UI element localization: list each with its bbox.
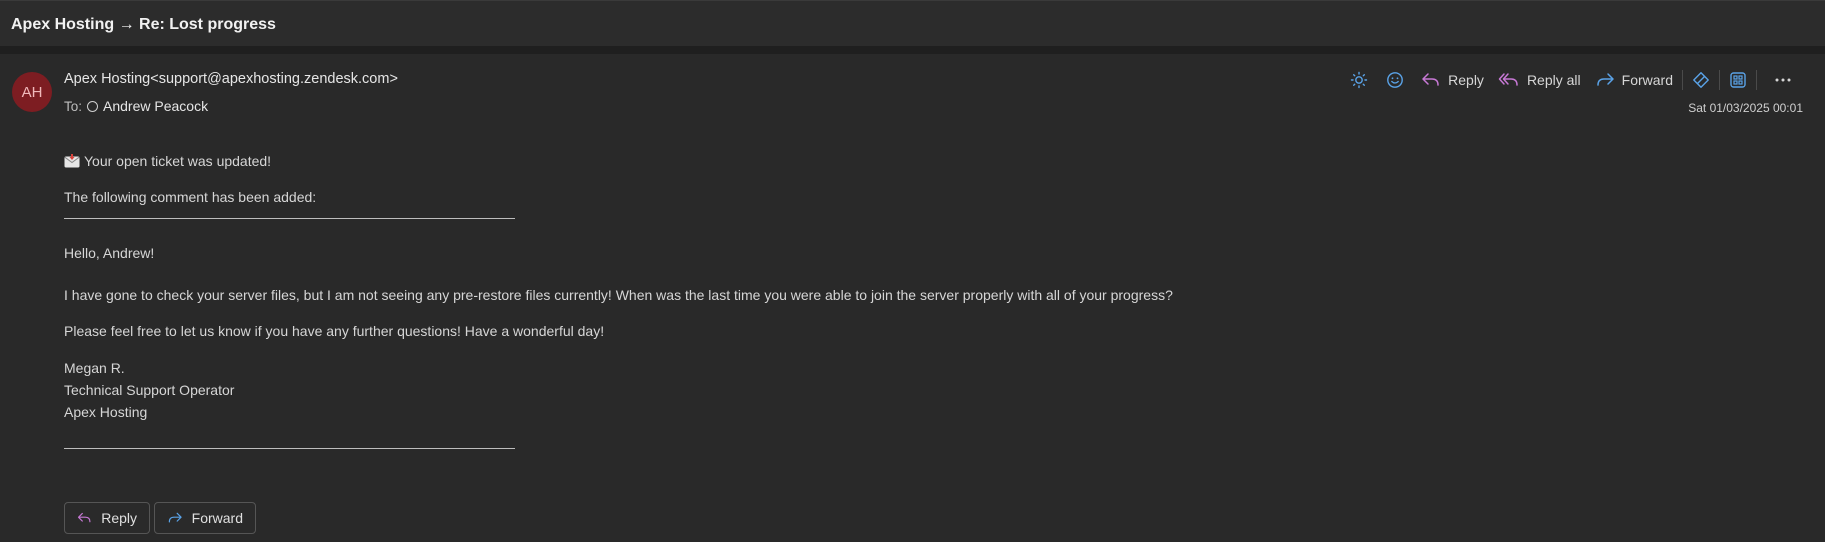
- recipient-row: To: Andrew Peacock: [64, 98, 208, 114]
- sent-date: Sat 01/03/2025 00:01: [1688, 101, 1803, 115]
- more-icon[interactable]: [1771, 68, 1795, 92]
- reply-icon: [1422, 73, 1439, 86]
- forward-icon: [1596, 73, 1614, 86]
- signature-company: Apex Hosting: [64, 404, 148, 420]
- greeting-text: Hello, Andrew!: [64, 245, 155, 261]
- separator-rule: [64, 218, 515, 219]
- reply-all-button[interactable]: Reply all: [1498, 72, 1581, 88]
- to-label: To:: [64, 98, 83, 114]
- separator-rule: [64, 448, 515, 449]
- header-divider: [0, 46, 1825, 54]
- sun-icon[interactable]: [1347, 68, 1371, 92]
- toolbar-separator: [1719, 70, 1720, 90]
- body-paragraph-1: I have gone to check your server files, …: [64, 287, 1173, 303]
- message-toolbar: Reply Reply all Forward: [1335, 68, 1795, 92]
- avatar[interactable]: AH: [12, 72, 52, 112]
- emoji-icon[interactable]: [1383, 68, 1407, 92]
- apps-icon[interactable]: [1726, 68, 1750, 92]
- footer-forward-button[interactable]: Forward: [154, 502, 256, 534]
- signature-title: Technical Support Operator: [64, 382, 235, 398]
- ticket-headline: Your open ticket was updated!: [84, 153, 272, 169]
- reply-button[interactable]: Reply: [1421, 72, 1484, 88]
- footer-forward-label: Forward: [191, 510, 243, 526]
- forward-label: Forward: [1621, 72, 1673, 88]
- forward-icon: [168, 512, 182, 523]
- reply-all-label: Reply all: [1526, 72, 1581, 88]
- designer-icon[interactable]: [1689, 68, 1713, 92]
- intro-text: The following comment has been added:: [64, 189, 317, 205]
- envelope-icon: [64, 154, 80, 168]
- toolbar-separator: [1682, 70, 1683, 90]
- body-paragraph-2: Please feel free to let us know if you h…: [64, 323, 605, 339]
- sender-address[interactable]: Apex Hosting<support@apexhosting.zendesk…: [64, 71, 398, 87]
- reply-all-icon: [1498, 73, 1518, 86]
- footer-reply-button[interactable]: Reply: [64, 502, 150, 534]
- reply-label: Reply: [1448, 72, 1484, 88]
- signature-name: Megan R.: [64, 360, 125, 376]
- toolbar-separator: [1756, 70, 1757, 90]
- presence-icon: [87, 100, 99, 112]
- title-bar: Apex Hosting → Re: Lost progress: [0, 0, 1825, 48]
- reply-icon: [77, 512, 91, 523]
- headline-line: Your open ticket was updated!: [64, 153, 271, 169]
- window-title: Apex Hosting → Re: Lost progress: [11, 16, 276, 33]
- forward-button[interactable]: Forward: [1595, 72, 1673, 88]
- footer-reply-label: Reply: [101, 510, 137, 526]
- recipient-name[interactable]: Andrew Peacock: [103, 98, 208, 114]
